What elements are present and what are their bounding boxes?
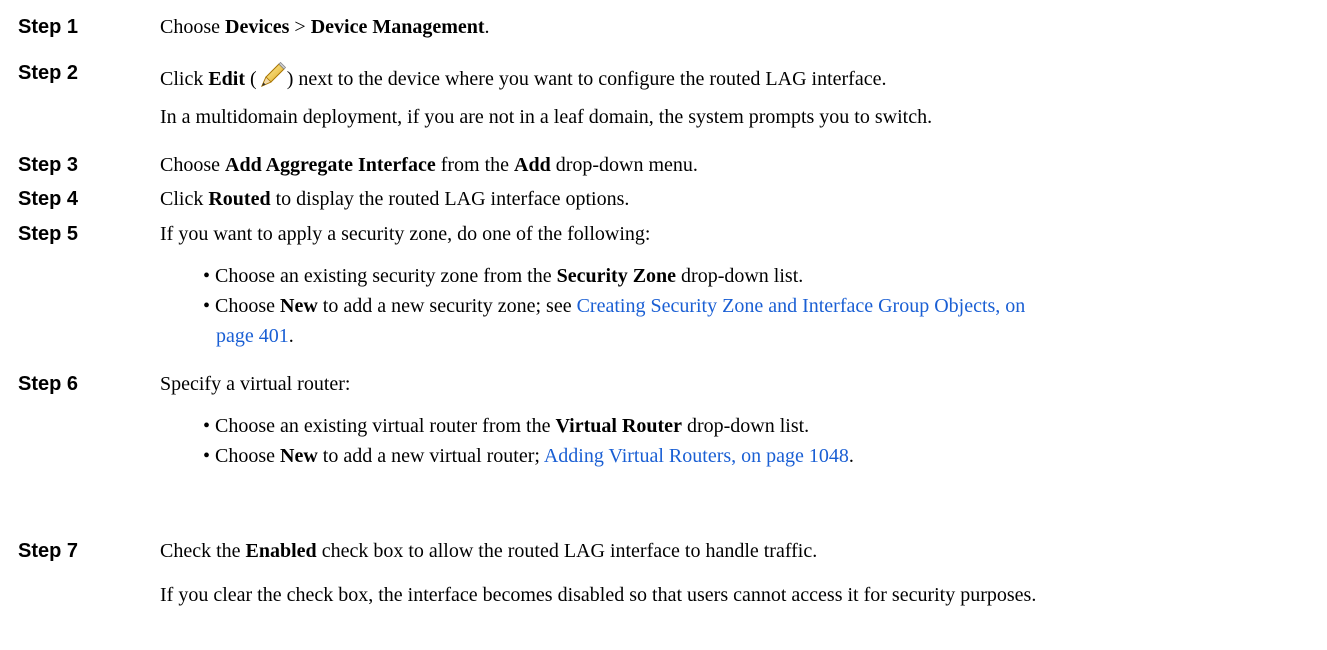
step-text: Specify a virtual router: (160, 373, 351, 395)
step-label: Step 7 (18, 540, 79, 562)
step-text: If you clear the check box, the interfac… (160, 584, 1037, 606)
list-item: • Choose an existing security zone from … (203, 265, 804, 287)
step-text: If you want to apply a security zone, do… (160, 223, 651, 245)
list-item: • Choose New to add a new virtual router… (203, 445, 854, 467)
step-label: Step 4 (18, 188, 79, 210)
step-label: Step 2 (18, 62, 79, 84)
list-item: • Choose an existing virtual router from… (203, 415, 810, 437)
list-item: • Choose New to add a new security zone;… (203, 295, 1026, 317)
step-label: Step 1 (18, 16, 79, 38)
step-text: Choose Devices > Device Management. (160, 16, 490, 38)
list-item-continuation: page 401. (216, 325, 294, 347)
pencil-icon (257, 61, 287, 91)
virtual-routers-link[interactable]: Adding Virtual Routers, on page 1048 (544, 445, 849, 467)
step-label: Step 3 (18, 154, 79, 176)
step-label: Step 6 (18, 373, 79, 395)
step-text: Click Edit ( ) next to the device where … (160, 61, 886, 91)
step-label: Step 5 (18, 223, 79, 245)
step-text: Click Routed to display the routed LAG i… (160, 188, 630, 210)
page-401-link[interactable]: page 401 (216, 325, 289, 347)
step-text: Choose Add Aggregate Interface from the … (160, 154, 698, 176)
security-zone-link[interactable]: Creating Security Zone and Interface Gro… (577, 295, 1026, 317)
step-text: Check the Enabled check box to allow the… (160, 540, 818, 562)
step-text: In a multidomain deployment, if you are … (160, 106, 933, 128)
